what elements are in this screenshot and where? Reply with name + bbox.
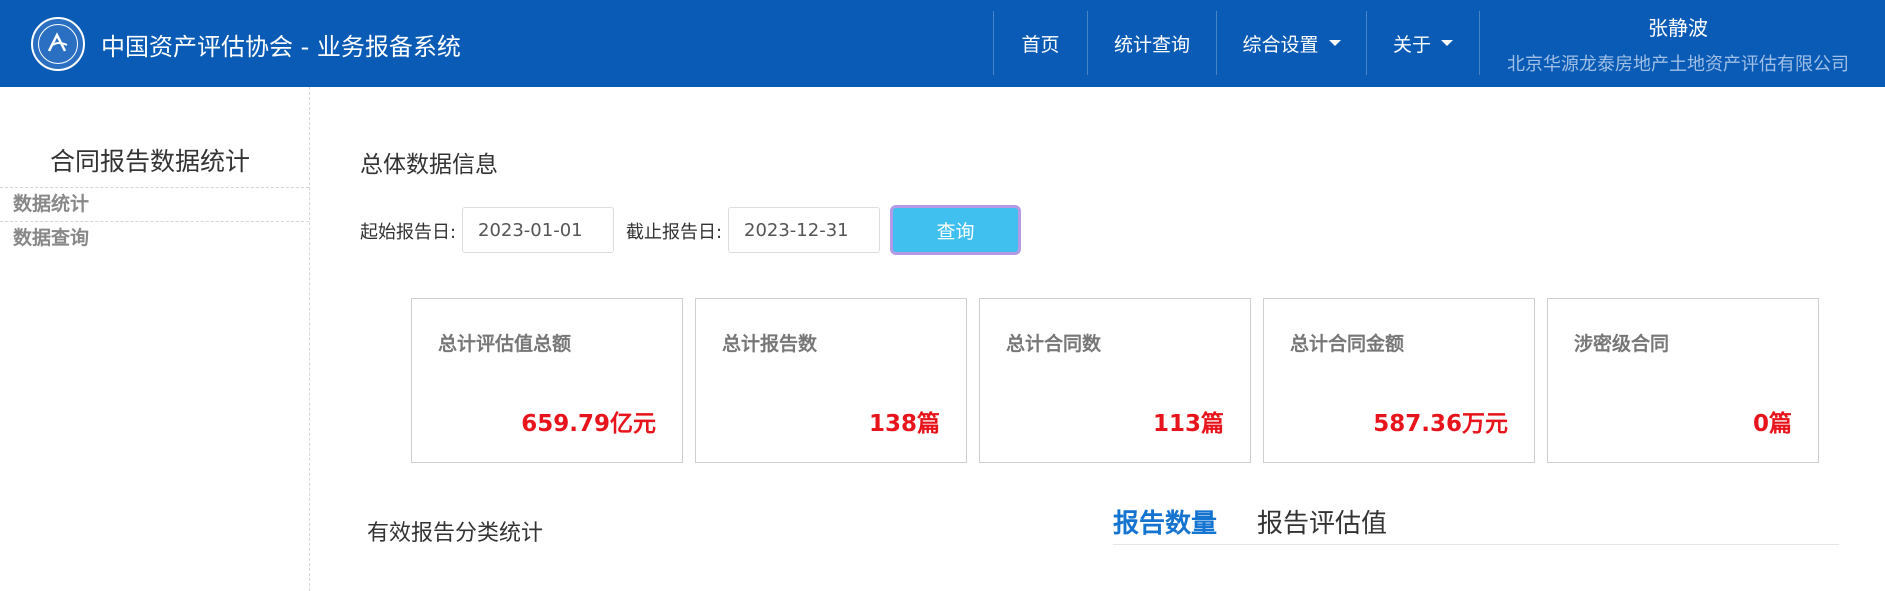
category-stats-title: 有效报告分类统计 [367, 521, 544, 546]
card-value: 587.36万元 [1373, 411, 1508, 437]
card-label: 总计报告数 [722, 333, 818, 355]
tab-report-count[interactable]: 报告数量 [1113, 503, 1217, 540]
card-label: 涉密级合同 [1574, 333, 1670, 355]
caret-down-icon [1328, 40, 1341, 46]
nav-item-label: 首页 [1021, 33, 1060, 56]
card-value: 659.79亿元 [521, 411, 656, 437]
app-title: 中国资产评估协会 - 业务报备系统 [101, 33, 461, 61]
card-total-contracts: 总计合同数 113篇 [979, 298, 1251, 463]
app-header: 中国资产评估协会 - 业务报备系统 首页 统计查询 综合设置 关于 张静波 北京… [0, 0, 1885, 87]
nav-item-home[interactable]: 首页 [993, 11, 1087, 75]
card-label: 总计合同数 [1006, 333, 1102, 355]
sidebar-item-data-query[interactable]: 数据查询 [0, 221, 309, 255]
stats-tabs: 报告数量 报告评估值 [1113, 503, 1839, 545]
sidebar-item-label: 数据查询 [13, 227, 90, 249]
card-value: 0篇 [1752, 411, 1792, 437]
start-date-input[interactable] [462, 207, 614, 253]
nav-item-about[interactable]: 关于 [1366, 11, 1480, 75]
card-label: 总计合同金额 [1290, 333, 1405, 355]
main-nav: 首页 统计查询 综合设置 关于 [993, 11, 1480, 75]
sidebar: 合同报告数据统计 数据统计 数据查询 [0, 87, 310, 591]
section-title: 总体数据信息 [360, 152, 498, 178]
tab-report-appraisal-value[interactable]: 报告评估值 [1257, 503, 1387, 540]
user-name[interactable]: 张静波 [1478, 12, 1878, 41]
card-label: 总计评估值总额 [438, 333, 572, 355]
nav-item-label: 关于 [1392, 33, 1431, 56]
caret-down-icon [1441, 40, 1453, 46]
card-total-appraisal-value: 总计评估值总额 659.79亿元 [411, 298, 683, 463]
card-total-reports: 总计报告数 138篇 [695, 298, 967, 463]
sidebar-item-data-statistics[interactable]: 数据统计 [0, 187, 309, 221]
card-value: 113篇 [1152, 411, 1224, 437]
nav-item-settings[interactable]: 综合设置 [1216, 11, 1366, 75]
nav-item-statistics-query[interactable]: 统计查询 [1087, 11, 1216, 75]
card-classified-contracts: 涉密级合同 0篇 [1547, 298, 1819, 463]
query-button[interactable]: 查询 [890, 205, 1021, 255]
sidebar-item-label: 数据统计 [13, 193, 90, 215]
user-organization: 北京华源龙泰房地产土地资产评估有限公司 [1507, 54, 1849, 75]
logo-emblem-icon [47, 32, 68, 52]
end-date-input[interactable] [728, 207, 880, 253]
start-date-label: 起始报告日: [360, 222, 457, 243]
card-value: 138篇 [868, 411, 940, 437]
association-logo-icon[interactable] [31, 17, 85, 71]
sidebar-title: 合同报告数据统计 [49, 147, 250, 176]
card-total-contract-amount: 总计合同金额 587.36万元 [1263, 298, 1535, 463]
end-date-label: 截止报告日: [626, 222, 723, 243]
nav-item-label: 综合设置 [1242, 33, 1319, 56]
nav-item-label: 统计查询 [1113, 33, 1190, 56]
